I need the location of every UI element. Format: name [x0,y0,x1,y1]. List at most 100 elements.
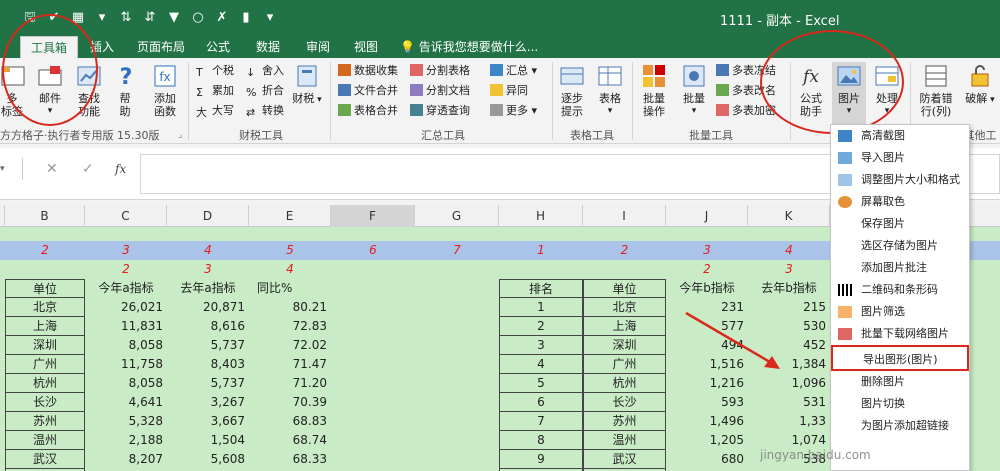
index-cell[interactable]: 2 [5,241,85,260]
table-cell[interactable]: 广州 [583,355,666,374]
sum-button[interactable]: Σ 累加 [196,84,234,99]
menu-item-save-picture[interactable]: 保存图片 [831,213,971,235]
dialog-launcher-icon[interactable]: ⌟ [178,130,182,140]
header-cell[interactable]: 今年b指标 [666,279,748,298]
header-cell[interactable]: 同比% [253,279,331,298]
table-cell[interactable]: 广州 [5,355,85,374]
table-cell[interactable]: 温州 [583,431,666,450]
table-cell[interactable]: 4,641 [85,393,167,412]
table-cell[interactable]: 9 [499,450,583,469]
tab-review[interactable]: 审阅 [298,36,338,58]
table-cell[interactable]: 1,496 [666,412,748,431]
tax-button[interactable]: T 个税 [196,64,234,79]
table-cell[interactable]: 2 [499,317,583,336]
step-hint-button[interactable]: 逐步 提示 [556,62,588,118]
index-cell[interactable]: 3 [748,260,830,279]
prevent-misrow-button[interactable]: 防着错 行(列) [914,62,958,118]
index-cell[interactable]: 6 [331,241,415,260]
filter-icon[interactable]: ▼ [162,9,186,27]
table-cell[interactable]: 上海 [5,317,85,336]
confirm-icon[interactable]: ✓ [82,158,94,180]
index-cell[interactable]: 3 [85,241,167,260]
round-button[interactable]: ↓ 舍入 [246,64,284,79]
table-cell[interactable]: 杭州 [5,374,85,393]
column-header-h[interactable]: H [499,205,583,227]
menu-item-add-hyperlink[interactable]: 为图片添加超链接 [831,415,971,437]
table-cell[interactable]: 2,188 [85,431,167,450]
table-cell[interactable]: 1,205 [666,431,748,450]
table-cell[interactable]: 70.39 [249,393,331,412]
table-cell[interactable]: 72.83 [249,317,331,336]
table-cell[interactable]: 531 [748,393,830,412]
table-cell[interactable]: 71.20 [249,374,331,393]
index-cell[interactable]: 3 [167,260,249,279]
column-header-f[interactable]: F [331,205,415,227]
table-cell[interactable]: 上海 [583,317,666,336]
table-cell[interactable]: 5,737 [167,336,249,355]
column-header-g[interactable]: G [415,205,499,227]
dropdown-arrow-icon[interactable]: ▾ [90,9,114,27]
tab-formulas[interactable]: 公式 [198,36,238,58]
index-cell[interactable]: 4 [167,241,249,260]
table-button[interactable]: 表格 ▾ [594,62,626,118]
menu-item-color-picker[interactable]: 屏幕取色 [831,191,971,213]
menu-item-picture-filter[interactable]: 图片筛选 [831,301,971,323]
help-button[interactable]: ? 帮 助 [112,62,138,118]
diff-button[interactable]: 异同 [490,84,528,98]
table-cell[interactable]: 长沙 [583,393,666,412]
tab-view[interactable]: 视图 [346,36,386,58]
tell-me-box[interactable]: 💡 告诉我您想要做什么... [400,36,538,58]
menu-item-batch-download[interactable]: 批量下载网络图片 [831,323,971,345]
table-cell[interactable]: 71.47 [249,355,331,374]
column-header-e[interactable]: E [249,205,331,227]
table-cell[interactable]: 593 [666,393,748,412]
menu-item-qrcode[interactable]: 二维码和条形码 [831,279,971,301]
table-cell[interactable]: 68.33 [249,450,331,469]
table-cell[interactable]: 8,058 [85,374,167,393]
add-function-button[interactable]: fx 添加 函数 [148,62,182,118]
menu-item-hd-screenshot[interactable]: 高清截图 [831,125,971,147]
table-cell[interactable]: 68.74 [249,431,331,450]
table-cell[interactable]: 8 [499,431,583,450]
table-cell[interactable]: 8,403 [167,355,249,374]
table-cell[interactable]: 1 [499,298,583,317]
tab-data[interactable]: 数据 [248,36,288,58]
table-cell[interactable]: 11,831 [85,317,167,336]
index-cell[interactable]: 3 [666,241,748,260]
header-cell[interactable]: 今年a指标 [85,279,167,298]
table-cell[interactable]: 长沙 [5,393,85,412]
color-icon[interactable]: ▮ [234,9,258,27]
batch-button[interactable]: 批量 ▾ [678,62,710,118]
crack-button[interactable]: 破解 ▾ [960,62,1000,107]
table-cell[interactable]: 北京 [583,298,666,317]
tab-page-layout[interactable]: 页面布局 [130,36,192,58]
menu-item-resize-picture[interactable]: 调整图片大小和格式 [831,169,971,191]
table-cell[interactable]: 20,871 [167,298,249,317]
header-cell[interactable]: 单位 [583,279,666,298]
table-cell[interactable]: 深圳 [5,336,85,355]
cancel-icon[interactable]: ✕ [46,158,58,180]
multi-encrypt-button[interactable]: 多表加密 [716,104,776,118]
table-merge-button[interactable]: 表格合并 [338,104,398,118]
column-header-j[interactable]: J [666,205,748,227]
table-cell[interactable]: 8,616 [167,317,249,336]
more-icon[interactable]: ▾ [258,9,282,27]
header-cell[interactable]: 排名 [499,279,583,298]
table-cell[interactable]: 苏州 [5,412,85,431]
header-cell[interactable]: 去年b指标 [748,279,830,298]
table-cell[interactable]: 8,207 [85,450,167,469]
table-cell[interactable]: 苏州 [583,412,666,431]
table-cell[interactable]: 5,328 [85,412,167,431]
table-cell[interactable]: 3,267 [167,393,249,412]
table-cell[interactable]: 武汉 [5,450,85,469]
table-cell[interactable]: 72.02 [249,336,331,355]
column-header-i[interactable]: I [583,205,666,227]
table-cell[interactable]: 深圳 [583,336,666,355]
table-cell[interactable]: 8,058 [85,336,167,355]
table-cell[interactable]: 7 [499,412,583,431]
file-merge-button[interactable]: 文件合并 [338,84,398,98]
menu-item-add-comment[interactable]: 添加图片批注 [831,257,971,279]
table-cell[interactable]: 1,33 [748,412,830,431]
table-cell[interactable]: 680 [666,450,748,469]
sort-desc-icon[interactable]: ⇵ [138,9,162,27]
